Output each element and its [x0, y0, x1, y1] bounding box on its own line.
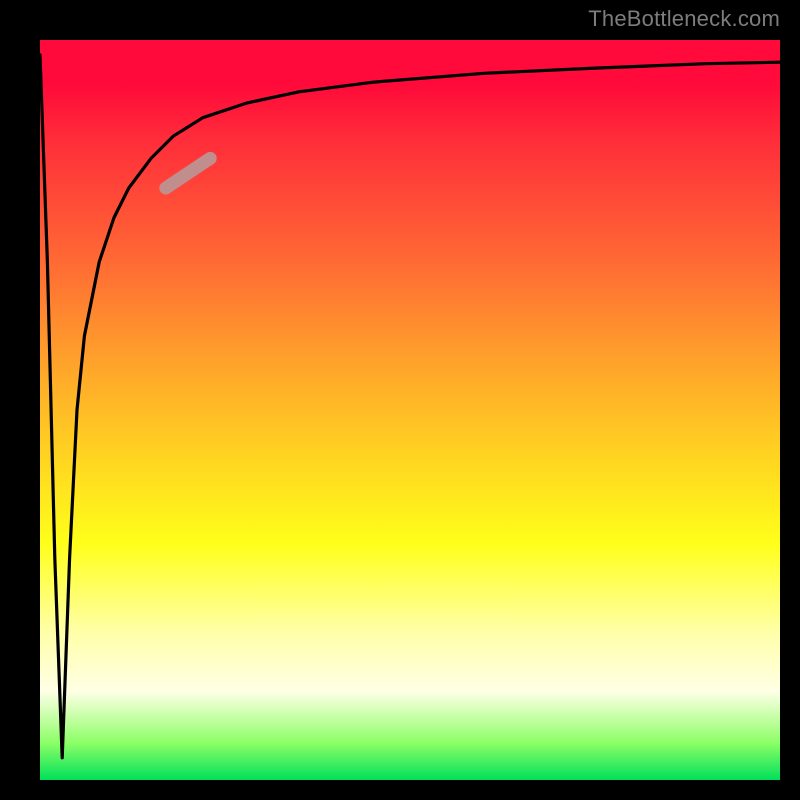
watermark-text: TheBottleneck.com	[588, 6, 780, 32]
chart-frame: TheBottleneck.com	[0, 0, 800, 800]
chart-background-gradient	[40, 40, 780, 780]
